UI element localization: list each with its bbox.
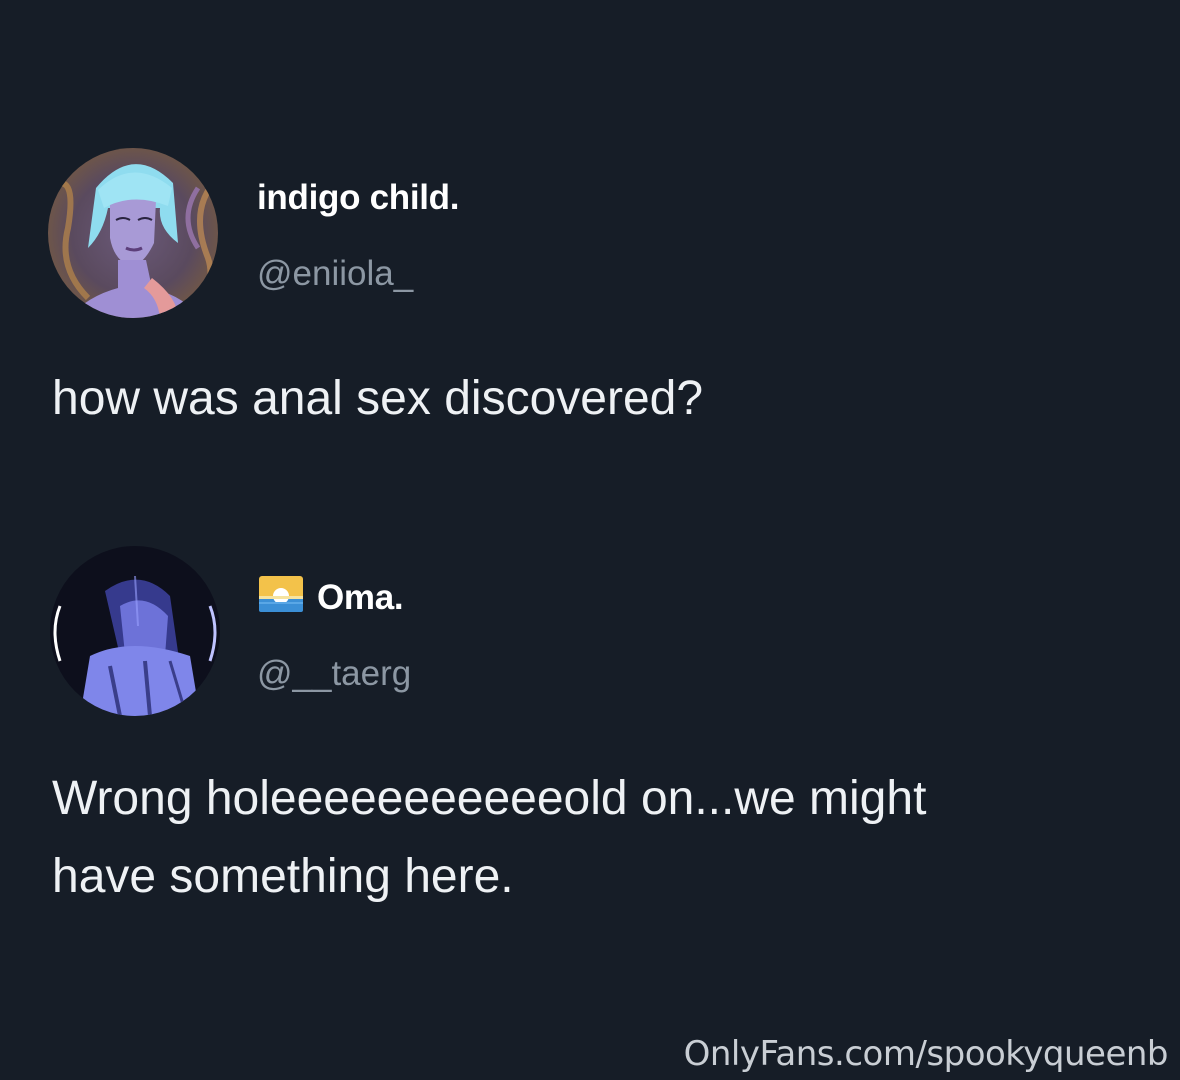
avatar[interactable] — [48, 148, 218, 318]
avatar[interactable] — [50, 546, 220, 716]
tweet-text-line-1: Wrong holeeeeeeeeeeeold on...we might — [52, 772, 927, 825]
tweet-text: how was anal sex discovered? — [52, 372, 704, 425]
handle[interactable]: @eniiola_ — [257, 254, 413, 294]
dark-photo-avatar-icon — [50, 546, 220, 716]
display-name[interactable]: indigo child. — [257, 178, 459, 218]
illustrated-woman-avatar-icon — [48, 148, 218, 318]
watermark: OnlyFans.com/spookyqueenb — [683, 1034, 1169, 1074]
tweet-text-line-2: have something here. — [52, 850, 514, 903]
handle[interactable]: @__taerg — [257, 654, 411, 694]
display-name[interactable]: Oma. — [317, 578, 404, 618]
sunrise-flag-emoji-icon — [259, 576, 303, 612]
